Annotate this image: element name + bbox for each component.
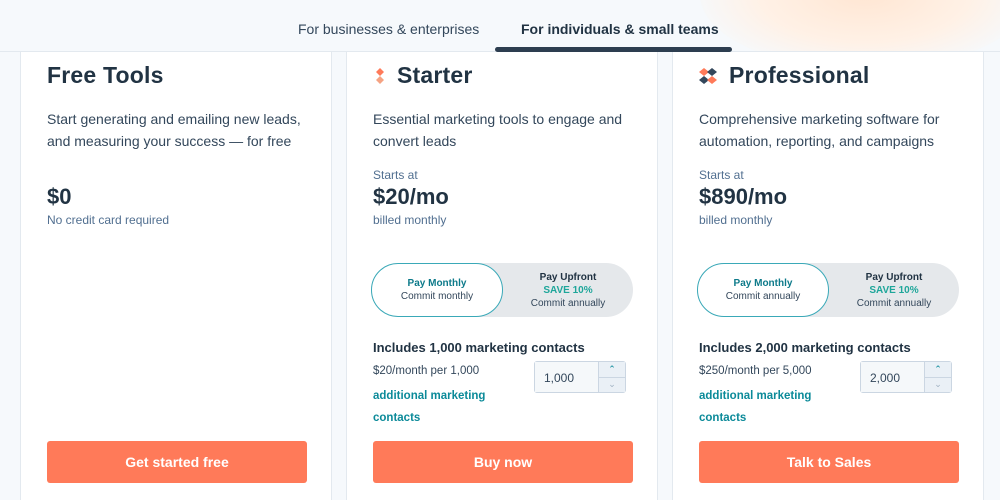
plan-card-free-tools: Free Tools Start generating and emailing…: [20, 52, 332, 500]
contacts-included: Includes 2,000 marketing contacts: [699, 340, 911, 355]
price-note: billed monthly: [699, 213, 773, 227]
pay-monthly-option[interactable]: Pay Monthly Commit monthly: [371, 263, 503, 317]
stepper-buttons: ⌃ ⌄: [598, 362, 625, 392]
save-badge: SAVE 10%: [543, 284, 593, 296]
decrement-icon[interactable]: ⌄: [599, 377, 625, 392]
plan-header: Professional: [699, 62, 869, 89]
contacts-quantity-value[interactable]: 1,000: [535, 362, 598, 392]
additional-contacts-price: $250/month per 5,000: [699, 365, 812, 377]
tab-individuals-small-teams[interactable]: For individuals & small teams: [521, 21, 719, 37]
tab-businesses-enterprises[interactable]: For businesses & enterprises: [298, 21, 479, 37]
plan-header: Starter: [373, 62, 473, 89]
sprocket-pro-icon: [699, 67, 719, 84]
pay-upfront-option[interactable]: Pay Upfront SAVE 10% Commit annually: [503, 263, 633, 317]
commit-label: Commit annually: [725, 291, 801, 302]
stepper-buttons: ⌃ ⌄: [924, 362, 951, 392]
talk-to-sales-button[interactable]: Talk to Sales: [699, 441, 959, 483]
get-started-free-button[interactable]: Get started free: [47, 441, 307, 483]
price-note: No credit card required: [47, 213, 170, 227]
pay-upfront-label: Pay Upfront: [865, 271, 923, 283]
increment-icon[interactable]: ⌃: [925, 362, 951, 378]
increment-icon[interactable]: ⌃: [599, 362, 625, 378]
pay-monthly-label: Pay Monthly: [407, 278, 467, 289]
contacts-quantity-stepper[interactable]: 1,000 ⌃ ⌄: [534, 361, 626, 393]
commit-label: Commit monthly: [400, 291, 474, 302]
commit-label: Commit annually: [530, 297, 606, 309]
pay-upfront-option[interactable]: Pay Upfront SAVE 10% Commit annually: [829, 263, 959, 317]
additional-contacts-link[interactable]: additional marketing contacts: [699, 385, 839, 429]
plan-price: $20/mo: [373, 184, 449, 209]
plan-name: Free Tools: [47, 62, 164, 88]
contacts-included: Includes 1,000 marketing contacts: [373, 340, 585, 355]
starts-at-label: Starts at: [373, 168, 418, 182]
plan-card-professional: Professional Comprehensive marketing sof…: [672, 52, 984, 500]
contacts-quantity-value[interactable]: 2,000: [861, 362, 924, 392]
save-badge: SAVE 10%: [869, 284, 919, 296]
commit-label: Commit annually: [856, 297, 932, 309]
plan-price: $0: [47, 184, 72, 209]
billing-toggle: Pay Monthly Commit monthly Pay Upfront S…: [371, 263, 633, 317]
plan-audience-tabs: For businesses & enterprises For individ…: [0, 0, 1000, 52]
sprocket-icon: [373, 67, 387, 84]
decrement-icon[interactable]: ⌄: [925, 377, 951, 392]
pay-upfront-label: Pay Upfront: [539, 271, 597, 283]
plan-description: Start generating and emailing new leads,…: [47, 111, 301, 149]
plan-header: Free Tools: [47, 62, 164, 89]
plan-description: Comprehensive marketing software for aut…: [699, 111, 940, 149]
additional-contacts-price: $20/month per 1,000: [373, 365, 480, 377]
plan-description: Essential marketing tools to engage and …: [373, 111, 623, 149]
plan-card-starter: Starter Essential marketing tools to eng…: [346, 52, 658, 500]
pricing-page: For businesses & enterprises For individ…: [0, 0, 1000, 500]
price-note: billed monthly: [373, 213, 447, 227]
plan-name: Starter: [397, 62, 473, 88]
contacts-quantity-stepper[interactable]: 2,000 ⌃ ⌄: [860, 361, 952, 393]
buy-now-button[interactable]: Buy now: [373, 441, 633, 483]
pay-monthly-label: Pay Monthly: [733, 278, 793, 289]
additional-contacts-link[interactable]: additional marketing contacts: [373, 385, 513, 429]
plan-price: $890/mo: [699, 184, 788, 209]
starts-at-label: Starts at: [699, 168, 744, 182]
plan-name: Professional: [729, 62, 870, 88]
pay-monthly-option[interactable]: Pay Monthly Commit annually: [697, 263, 829, 317]
billing-toggle: Pay Monthly Commit annually Pay Upfront …: [697, 263, 959, 317]
